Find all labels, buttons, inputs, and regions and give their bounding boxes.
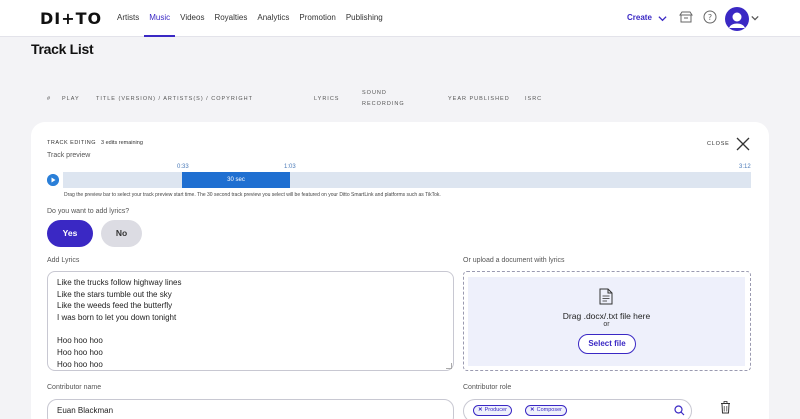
nav-music[interactable]: Music [144,0,176,37]
nav-artists[interactable]: Artists [112,0,144,37]
close-label[interactable]: CLOSE [707,141,730,147]
or-text: or [603,321,610,328]
col-number: # [47,96,52,102]
lyrics-line [57,324,444,336]
preview-end-time: 1:03 [284,164,296,170]
resize-handle[interactable] [446,363,452,369]
lyrics-line: Hoo hoo hoo [57,348,103,358]
preview-window-slider[interactable]: 30 sec [182,172,290,188]
upload-lyrics-label: Or upload a document with lyrics [463,257,565,264]
contributor-role-label: Contributor role [463,384,512,391]
preview-start-time: 0:33 [177,164,189,170]
trash-icon[interactable] [720,401,731,414]
close-icon[interactable] [736,137,750,151]
role-chip-label: Producer [484,407,507,413]
drop-text: Drag .docx/.txt file here [562,311,651,321]
ditto-logo[interactable]: DI+TO [40,9,102,28]
yes-button[interactable]: Yes [47,220,93,247]
chevron-down-icon[interactable] [751,14,759,22]
nav-analytics[interactable]: Analytics [252,0,294,37]
select-file-button[interactable]: Select file [578,334,636,354]
col-sound-recording-top: SOUND [362,90,387,96]
lyrics-line: Like the weeds feed the butterfly [57,301,173,311]
lyrics-question: Do you want to add lyrics? [47,208,130,215]
lyrics-line: Hoo hoo hoo [57,359,103,369]
contributor-name-value: Euan Blackman [57,406,114,415]
role-chip-composer[interactable]: ✕ Composer [525,405,567,416]
chevron-down-icon[interactable] [658,14,667,23]
col-isrc: ISRC [525,96,543,102]
avatar[interactable] [725,7,749,31]
no-button[interactable]: No [101,220,142,247]
role-chip-producer[interactable]: ✕ Producer [473,405,512,416]
play-icon[interactable] [47,174,59,186]
user-icon [726,8,748,30]
track-timeline[interactable] [63,172,751,188]
create-button[interactable]: Create [627,13,652,22]
lyrics-line: Hoo hoo hoo [57,336,103,346]
top-navigation: DI+TO Artists Music Videos Royalties Ana… [0,0,800,37]
lyrics-line: Like the stars tumble out the sky [57,289,172,299]
nav-videos[interactable]: Videos [175,0,209,37]
track-preview-label: Track preview [47,152,91,159]
col-lyrics: LYRICS [314,96,340,102]
edits-remaining: 3 edits remaining [101,140,143,146]
contributor-name-label: Contributor name [47,384,102,391]
search-icon[interactable] [674,405,685,416]
help-icon[interactable]: ? [703,10,717,24]
contributor-name-input[interactable]: Euan Blackman [47,399,454,419]
col-sound-recording-bottom: RECORDING [362,101,405,107]
nav-publishing[interactable]: Publishing [341,0,388,37]
main-nav: Artists Music Videos Royalties Analytics… [112,0,388,37]
lyrics-line: I was born to let you down tonight [57,313,177,323]
col-play: PLAY [62,96,80,102]
document-icon [599,288,613,305]
role-chip-label: Composer [536,407,562,413]
col-title: TITLE (VERSION) / ARTISTS(S) / COPYRIGHT [96,96,253,102]
remove-chip-icon[interactable]: ✕ [478,407,483,413]
remove-chip-icon[interactable]: ✕ [530,407,535,413]
track-end-time: 3:12 [739,164,751,170]
preview-help-text: Drag the preview bar to select your trac… [64,192,441,198]
col-year-published: YEAR PUBLISHED [448,96,510,102]
store-icon[interactable] [679,10,693,24]
lyrics-textarea[interactable]: Like the trucks follow highway lines Lik… [47,271,454,371]
add-lyrics-label: Add Lyrics [47,257,80,264]
nav-royalties[interactable]: Royalties [209,0,252,37]
svg-text:?: ? [708,13,712,22]
nav-promotion[interactable]: Promotion [294,0,340,37]
lyrics-line: Like the trucks follow highway lines [57,278,182,287]
page-title: Track List [31,41,94,57]
track-editing-heading: TRACK EDITING [47,140,96,146]
